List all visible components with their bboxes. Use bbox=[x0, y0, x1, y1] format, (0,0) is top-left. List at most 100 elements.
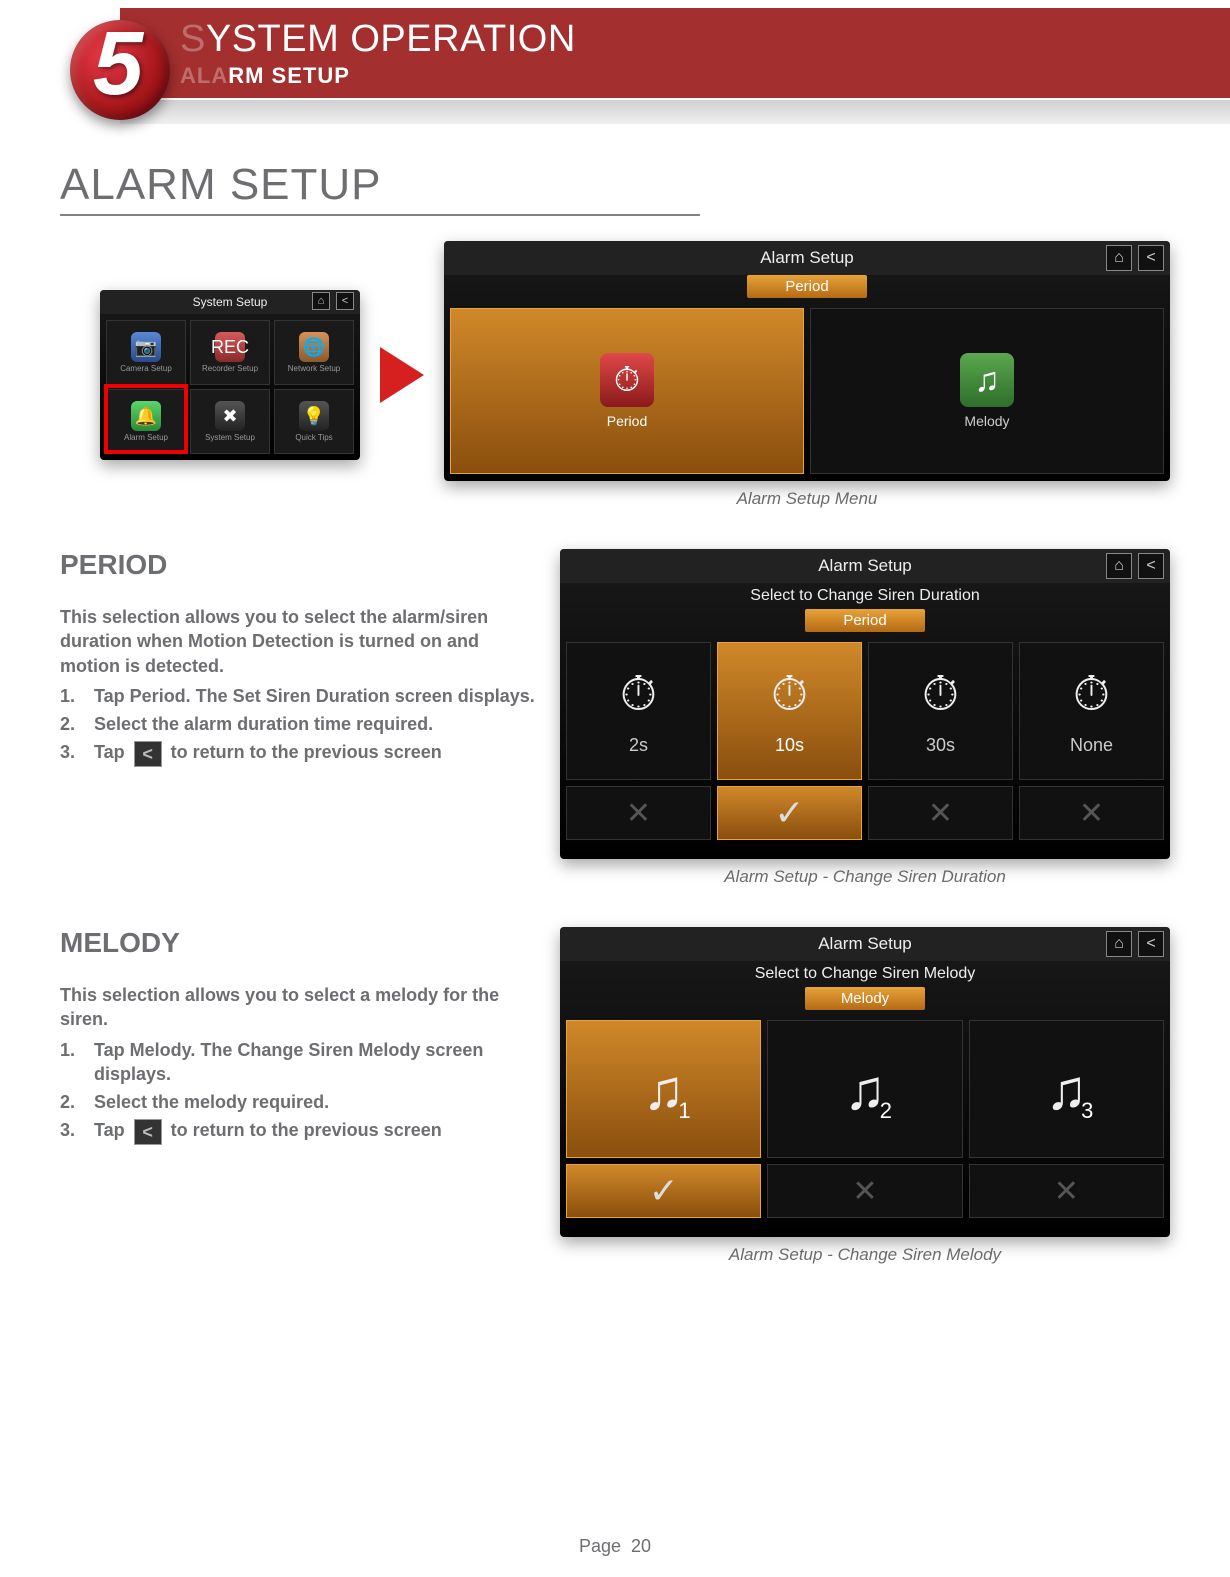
header-title-dim: S bbox=[180, 18, 206, 60]
duration-option-10s[interactable]: ⏱10s bbox=[717, 642, 862, 780]
melody-titlebar: Alarm Setup ⌂ < bbox=[560, 927, 1170, 961]
section-period: PERIOD This selection allows you to sele… bbox=[60, 549, 1170, 887]
duration-title: Alarm Setup bbox=[818, 556, 912, 576]
period-step-3: Tap < to return to the previous screen bbox=[60, 740, 540, 766]
menu-titlebar: Alarm Setup ⌂ < bbox=[444, 241, 1170, 275]
caption-menu: Alarm Setup Menu bbox=[444, 489, 1170, 509]
period-step-2: Select the alarm duration time required. bbox=[60, 712, 540, 736]
stopwatch-icon: ⏱ bbox=[771, 667, 808, 723]
period-icon: ⏱ bbox=[600, 353, 654, 407]
cancel-button-2[interactable]: ✕ bbox=[868, 786, 1013, 840]
header-red-bar: SYSTEM OPERATION ALARM SETUP bbox=[120, 8, 1230, 98]
back-icon[interactable]: < bbox=[336, 292, 354, 310]
music-note-icon: ♫3 bbox=[1045, 1057, 1087, 1122]
header-title-main: YSTEM OPERATION bbox=[206, 18, 576, 60]
period-step-1: Tap Period. The Set Siren Duration scree… bbox=[60, 684, 540, 708]
period-intro: This selection allows you to select the … bbox=[60, 605, 540, 678]
stopwatch-icon: ⏱ bbox=[922, 667, 959, 723]
page-title: ALARM SETUP bbox=[60, 160, 700, 216]
duration-option-30s[interactable]: ⏱30s bbox=[868, 642, 1013, 780]
confirm-button[interactable]: ✓ bbox=[566, 1164, 761, 1218]
header-subtitle: ALARM SETUP bbox=[180, 63, 1230, 89]
section-melody: MELODY This selection allows you to sele… bbox=[60, 927, 1170, 1265]
melody-option-2[interactable]: ♫2 bbox=[767, 1020, 962, 1158]
duration-option-none[interactable]: ⏱None bbox=[1019, 642, 1164, 780]
header-title: SYSTEM OPERATION bbox=[180, 18, 1230, 61]
stopwatch-icon: ⏱ bbox=[1073, 667, 1110, 723]
music-note-icon: ♫2 bbox=[844, 1057, 886, 1122]
check-icon: ✓ bbox=[774, 792, 804, 834]
siren-melody-screen: Alarm Setup ⌂ < Select to Change Siren M… bbox=[560, 927, 1170, 1237]
tile-period-label: Period bbox=[607, 413, 647, 429]
back-icon[interactable]: < bbox=[1138, 931, 1164, 957]
chapter-badge: 5 bbox=[70, 20, 170, 120]
heading-melody: MELODY bbox=[60, 927, 540, 959]
cancel-button[interactable]: ✕ bbox=[767, 1164, 962, 1218]
header-sub-main: RM SETUP bbox=[228, 63, 350, 88]
caption-melody: Alarm Setup - Change Siren Melody bbox=[560, 1245, 1170, 1265]
siren-duration-screen: Alarm Setup ⌂ < Select to Change Siren D… bbox=[560, 549, 1170, 859]
melody-icon: ♫ bbox=[960, 353, 1014, 407]
melody-step-3: Tap < to return to the previous screen bbox=[60, 1118, 540, 1144]
period-steps: Tap Period. The Set Siren Duration scree… bbox=[60, 684, 540, 767]
footer-page-number: 20 bbox=[631, 1536, 651, 1556]
chapter-number: 5 bbox=[93, 13, 143, 116]
stopwatch-icon: ⏱ bbox=[620, 667, 657, 723]
back-icon[interactable]: < bbox=[1138, 245, 1164, 271]
system-setup-thumb: System Setup ⌂ < 📷Camera Setup RECRecord… bbox=[100, 290, 360, 460]
melody-option-1[interactable]: ♫1 bbox=[566, 1020, 761, 1158]
heading-period: PERIOD bbox=[60, 549, 540, 581]
duration-tab: Period bbox=[805, 609, 925, 632]
footer-label: Page bbox=[579, 1536, 621, 1556]
cross-icon: ✕ bbox=[1079, 796, 1104, 831]
melody-subtitle: Select to Change Siren Melody bbox=[560, 961, 1170, 987]
thumb-titlebar: System Setup ⌂ < bbox=[100, 290, 360, 314]
cancel-button-3[interactable]: ✕ bbox=[1019, 786, 1164, 840]
figure-alarm-setup-menu: System Setup ⌂ < 📷Camera Setup RECRecord… bbox=[60, 241, 1170, 509]
header-divider bbox=[120, 100, 1230, 124]
cancel-button-2[interactable]: ✕ bbox=[969, 1164, 1164, 1218]
page-footer: Page 20 bbox=[0, 1536, 1230, 1557]
mini-tile-system[interactable]: ✖System Setup bbox=[190, 389, 270, 454]
duration-subtitle: Select to Change Siren Duration bbox=[560, 583, 1170, 609]
back-icon[interactable]: < bbox=[134, 1119, 162, 1145]
cross-icon: ✕ bbox=[852, 1174, 877, 1209]
melody-title: Alarm Setup bbox=[818, 934, 912, 954]
menu-title: Alarm Setup bbox=[760, 248, 854, 268]
melody-option-3[interactable]: ♫3 bbox=[969, 1020, 1164, 1158]
mini-tile-recorder[interactable]: RECRecorder Setup bbox=[190, 320, 270, 385]
melody-step-1: Tap Melody. The Change Siren Melody scre… bbox=[60, 1038, 540, 1087]
check-icon: ✓ bbox=[649, 1170, 679, 1212]
cross-icon: ✕ bbox=[928, 796, 953, 831]
home-icon[interactable]: ⌂ bbox=[1106, 553, 1132, 579]
mini-tile-network[interactable]: 🌐Network Setup bbox=[274, 320, 354, 385]
header-sub-dim: ALA bbox=[180, 63, 228, 88]
cross-icon: ✕ bbox=[1054, 1174, 1079, 1209]
tile-period[interactable]: ⏱ Period bbox=[450, 308, 804, 474]
alarm-setup-menu-screen: Alarm Setup ⌂ < Period ⏱ Period ♫ Melody bbox=[444, 241, 1170, 481]
duration-option-2s[interactable]: ⏱2s bbox=[566, 642, 711, 780]
cancel-button[interactable]: ✕ bbox=[566, 786, 711, 840]
mini-tile-camera[interactable]: 📷Camera Setup bbox=[106, 320, 186, 385]
menu-active-tab: Period bbox=[747, 275, 867, 298]
home-icon[interactable]: ⌂ bbox=[312, 292, 330, 310]
cross-icon: ✕ bbox=[626, 796, 651, 831]
home-icon[interactable]: ⌂ bbox=[1106, 931, 1132, 957]
home-icon[interactable]: ⌂ bbox=[1106, 245, 1132, 271]
melody-steps: Tap Melody. The Change Siren Melody scre… bbox=[60, 1038, 540, 1145]
page-header: 5 SYSTEM OPERATION ALARM SETUP bbox=[0, 0, 1230, 130]
confirm-button[interactable]: ✓ bbox=[717, 786, 862, 840]
mini-tile-quick[interactable]: 💡Quick Tips bbox=[274, 389, 354, 454]
back-icon[interactable]: < bbox=[1138, 553, 1164, 579]
caption-duration: Alarm Setup - Change Siren Duration bbox=[560, 867, 1170, 887]
tile-melody-label: Melody bbox=[964, 413, 1009, 429]
music-note-icon: ♫1 bbox=[643, 1057, 685, 1122]
duration-titlebar: Alarm Setup ⌂ < bbox=[560, 549, 1170, 583]
melody-tab: Melody bbox=[805, 987, 925, 1010]
arrow-right-icon bbox=[380, 347, 424, 403]
back-icon[interactable]: < bbox=[134, 741, 162, 767]
thumb-title: System Setup bbox=[193, 295, 268, 309]
highlight-alarm-setup bbox=[104, 384, 188, 454]
melody-intro: This selection allows you to select a me… bbox=[60, 983, 540, 1032]
tile-melody[interactable]: ♫ Melody bbox=[810, 308, 1164, 474]
